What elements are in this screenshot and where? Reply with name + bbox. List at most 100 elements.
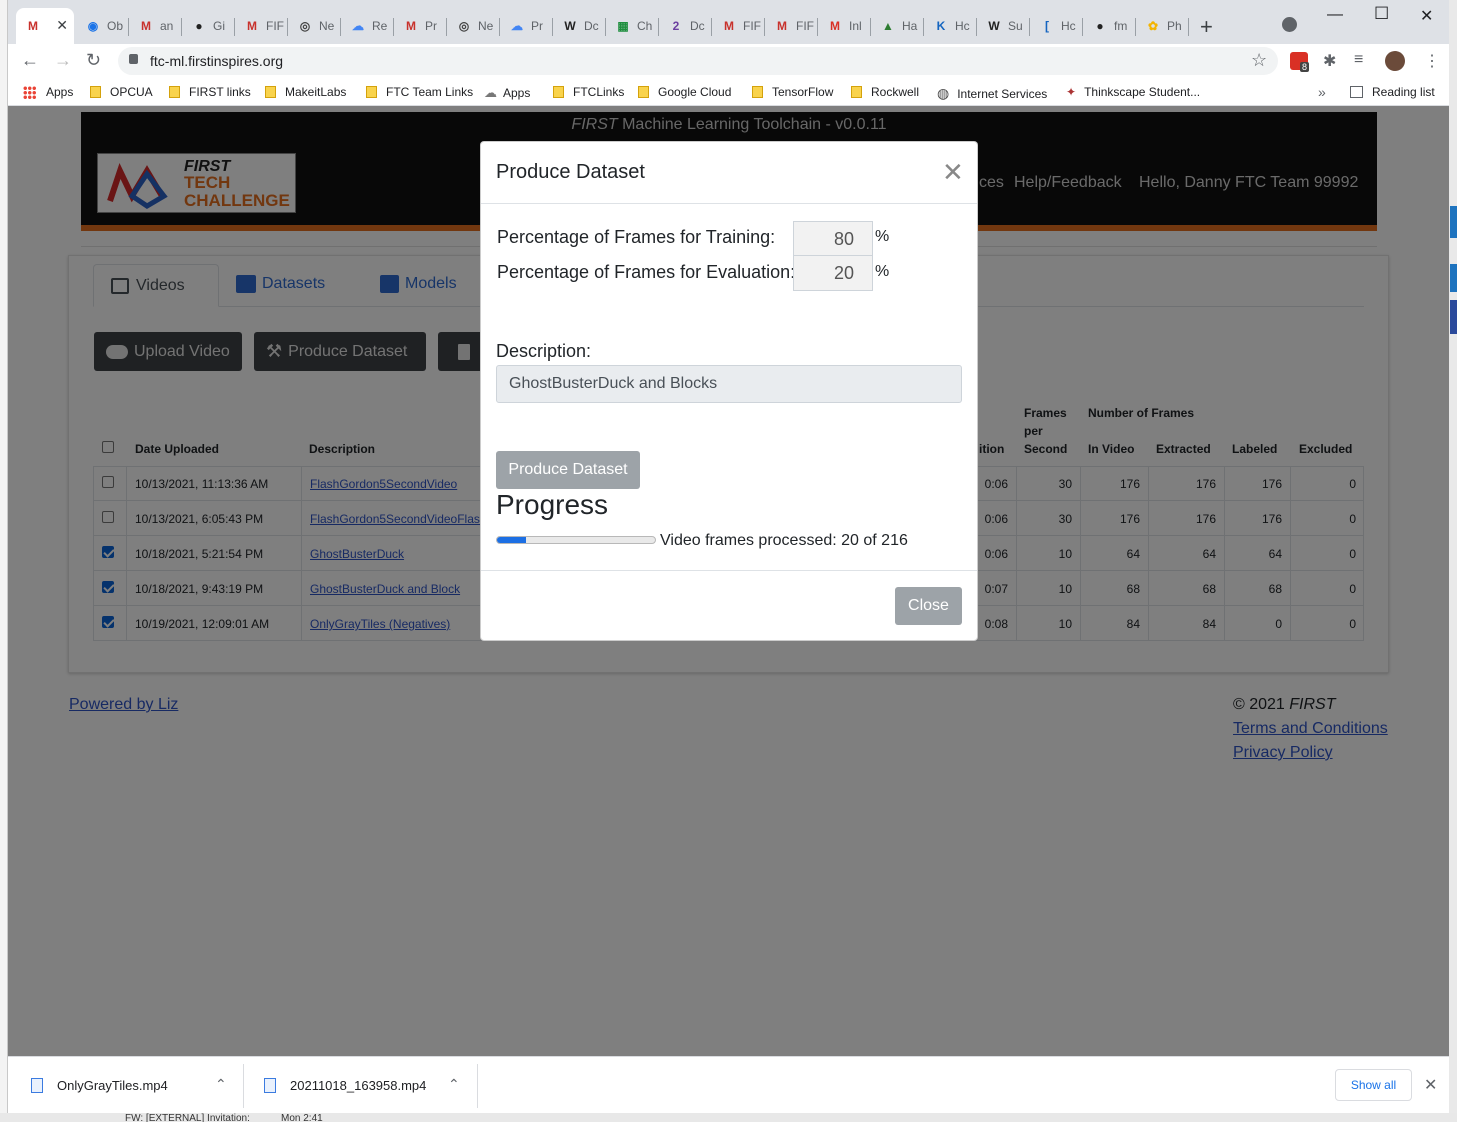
show-all-button[interactable]: Show all	[1335, 1069, 1412, 1101]
folder-icon	[553, 86, 564, 98]
forward-icon[interactable]: →	[54, 50, 72, 71]
media-queue-icon[interactable]: ≡	[1354, 51, 1363, 69]
chevron-up-icon[interactable]: ⌃	[215, 1076, 227, 1093]
bookmark-item[interactable]: ☁ Apps	[484, 85, 530, 101]
progress-bar	[496, 536, 656, 544]
first-ml-icon: M	[247, 19, 257, 33]
bookmark-label: FTCLinks	[573, 85, 625, 99]
reading-list-button[interactable]: Reading list	[1350, 85, 1435, 99]
browser-tab-label: FIF	[796, 19, 814, 33]
download-item[interactable]: OnlyGrayTiles.mp4	[31, 1078, 168, 1093]
bookmark-item[interactable]: Rockwell	[851, 85, 919, 99]
window-close-button[interactable]: ✕	[1420, 6, 1433, 26]
folder-icon	[366, 86, 377, 98]
browser-tab[interactable]: M FIF	[235, 8, 288, 44]
browser-tab[interactable]: W Dc	[553, 8, 606, 44]
browser-tab[interactable]: W Su	[977, 8, 1030, 44]
browser-tab[interactable]: ◉ Ob	[76, 8, 129, 44]
tab-close-icon[interactable]: ✕	[56, 17, 68, 34]
bookmark-label: MakeitLabs	[285, 85, 347, 99]
bookmark-label: FTC Team Links	[386, 85, 474, 99]
url-text[interactable]: ftc-ml.firstinspires.org	[150, 53, 283, 69]
minimize-button[interactable]: —	[1327, 6, 1343, 24]
bookmark-item[interactable]: TensorFlow	[752, 85, 833, 99]
reading-list-icon	[1350, 86, 1363, 98]
browser-tab[interactable]: ✿ Ph	[1136, 8, 1189, 44]
description-input[interactable]: GhostBusterDuck and Blocks	[496, 365, 962, 403]
reading-list-label: Reading list	[1372, 85, 1435, 99]
browser-tab-label: FIF	[743, 19, 761, 33]
browser-tab[interactable]: ◎ Ne	[447, 8, 500, 44]
modal-produce-dataset-button[interactable]: Produce Dataset	[496, 451, 640, 489]
browser-tab[interactable]: 2 Dc	[659, 8, 712, 44]
bookmark-item[interactable]: Google Cloud	[638, 85, 731, 99]
bookmark-item[interactable]: FTC Team Links	[366, 85, 473, 99]
browser-tab[interactable]: ● Gi	[182, 8, 235, 44]
back-icon[interactable]: ←	[21, 50, 39, 71]
new-tab-button[interactable]: +	[1200, 14, 1213, 40]
modal-header-divider	[481, 203, 977, 204]
browser-tab[interactable]: M FIF	[712, 8, 765, 44]
browser-tab-label: fm	[1114, 19, 1128, 33]
browser-tab[interactable]: ▲ Ha	[871, 8, 924, 44]
browser-tab[interactable]: ☁ Re	[341, 8, 394, 44]
apps-link-icon: ☁	[484, 85, 497, 100]
extensions-puzzle-icon[interactable]: ✱	[1323, 51, 1336, 71]
browser-tab[interactable]: M FIF	[765, 8, 818, 44]
tab-search-icon[interactable]	[1282, 17, 1297, 32]
bookmark-label: Thinkscape Student...	[1084, 85, 1201, 99]
image-icon: ▲	[882, 19, 894, 33]
bookmarks-overflow-icon[interactable]: »	[1318, 84, 1326, 100]
bookmark-item[interactable]: FIRST links	[169, 85, 251, 99]
bookmark-item[interactable]: ✦ Thinkscape Student...	[1066, 85, 1200, 99]
browser-tab[interactable]: ☁ Pr	[500, 8, 553, 44]
profile-avatar[interactable]	[1385, 51, 1405, 71]
modal-close-icon[interactable]: ✕	[942, 157, 964, 188]
modal-title: Produce Dataset	[496, 161, 645, 183]
download-filename: OnlyGrayTiles.mp4	[57, 1078, 168, 1093]
bookmark-item[interactable]: OPCUA	[90, 85, 153, 99]
browser-tab[interactable]: M ✕	[16, 8, 74, 44]
browser-tab-label: Hc	[1061, 19, 1076, 33]
browser-tab[interactable]: M Pr	[394, 8, 447, 44]
record-icon: ◉	[87, 19, 99, 33]
document-icon: 2	[672, 19, 680, 33]
bookmark-label: Apps	[503, 86, 531, 100]
background-window-blue-strip	[1450, 206, 1457, 238]
progress-bar-fill	[497, 537, 527, 543]
browser-tab[interactable]: K Hc	[924, 8, 977, 44]
bookmark-item[interactable]: ◍ Internet Services	[937, 85, 1047, 102]
modal-close-button[interactable]: Close	[895, 587, 962, 625]
chrome-menu-icon[interactable]: ⋮	[1424, 51, 1440, 71]
browser-tab[interactable]: Man	[129, 8, 182, 44]
download-item[interactable]: 20211018_163958.mp4	[264, 1078, 426, 1093]
browser-tab[interactable]: ▦ Ch	[606, 8, 659, 44]
folder-icon	[265, 86, 276, 98]
training-percent-input[interactable]: 80	[793, 221, 873, 257]
folder-icon	[169, 86, 180, 98]
progress-heading: Progress	[496, 489, 609, 520]
browser-tab-label: an	[160, 19, 174, 33]
close-downloads-icon[interactable]: ✕	[1424, 1075, 1437, 1095]
bookmark-item[interactable]: MakeitLabs	[265, 85, 346, 99]
browser-tab-label: Hc	[955, 19, 970, 33]
lock-icon[interactable]	[129, 54, 138, 64]
address-bar[interactable]	[118, 47, 1278, 75]
wikipedia-icon: W	[564, 19, 576, 33]
bookmark-item[interactable]: Apps	[23, 85, 73, 99]
chevron-up-icon[interactable]: ⌃	[448, 1076, 460, 1093]
video-file-icon	[31, 1078, 43, 1093]
browser-tab-label: Ne	[478, 19, 494, 33]
github-icon: ●	[1096, 19, 1104, 33]
reload-icon[interactable]: ↻	[86, 50, 101, 71]
training-label: Percentage of Frames for Training:	[497, 227, 776, 247]
browser-tab[interactable]: ● fm	[1083, 8, 1136, 44]
browser-tab[interactable]: ◎ Ne	[288, 8, 341, 44]
browser-tab[interactable]: [Hc	[1030, 8, 1083, 44]
browser-tab[interactable]: M Inl	[818, 8, 871, 44]
maximize-button[interactable]: ☐	[1374, 4, 1389, 24]
bookmark-item[interactable]: FTCLinks	[553, 85, 624, 99]
gmail-icon: M	[830, 19, 840, 33]
bookmark-star-icon[interactable]: ☆	[1251, 50, 1267, 71]
evaluation-percent-input[interactable]: 20	[793, 255, 873, 291]
